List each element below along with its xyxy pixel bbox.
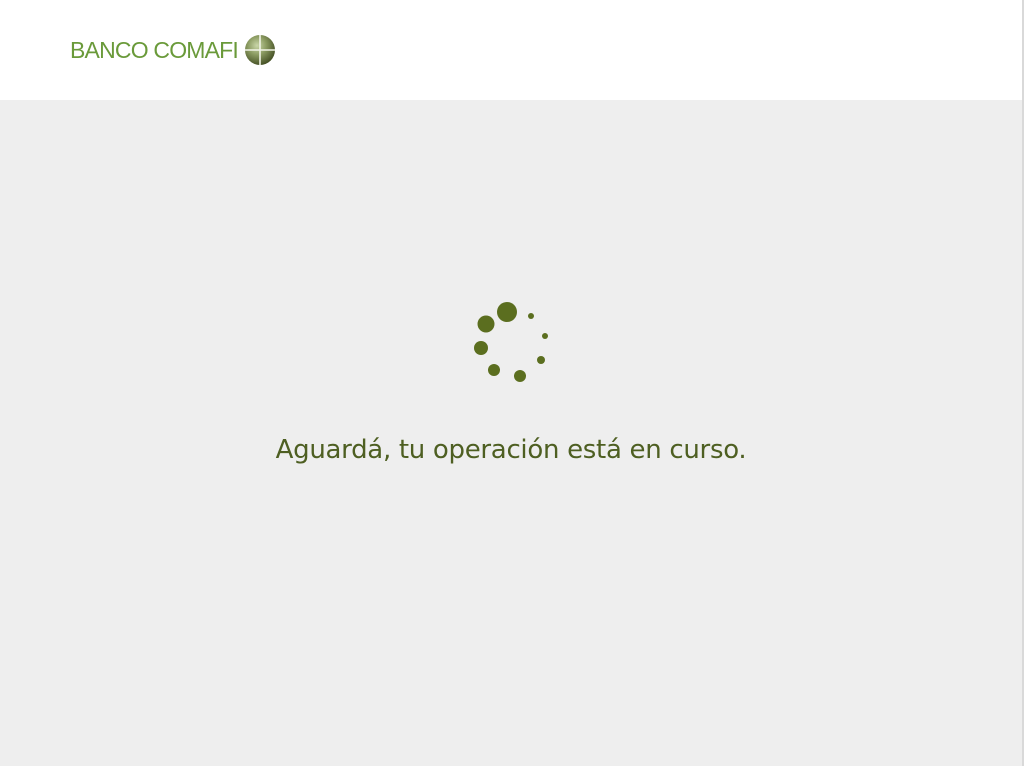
top-header: BANCO COMAFI — [0, 0, 1024, 100]
logo-text: BANCO COMAFI — [70, 37, 239, 63]
spinner-dot — [497, 302, 517, 322]
spinner-dot — [542, 333, 548, 339]
main-content: Aguardá, tu operación está en curso. — [0, 100, 1024, 766]
spinner-dot — [474, 341, 488, 355]
spinner-dot — [537, 356, 545, 364]
spinner-dot — [488, 364, 500, 376]
spinner-dot — [528, 313, 534, 319]
spinner-icon — [474, 302, 548, 382]
spinner-dot — [477, 315, 495, 333]
bank-logo[interactable]: BANCO COMAFI — [70, 32, 276, 68]
globe-icon — [245, 35, 276, 65]
loading-message: Aguardá, tu operación está en curso. — [275, 435, 747, 465]
spinner-dot — [514, 370, 526, 382]
